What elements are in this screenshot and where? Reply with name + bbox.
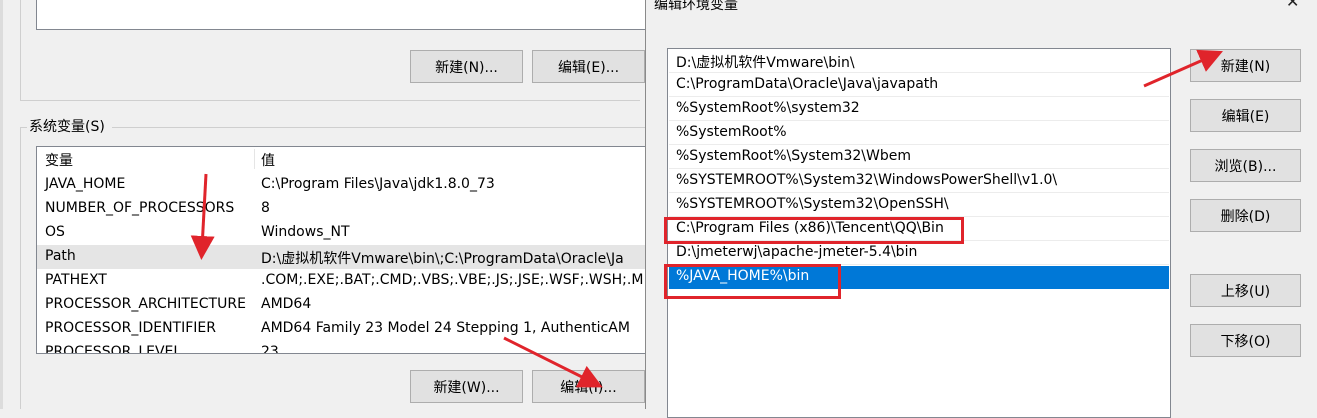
path-entry-text: D:\jmeterwj\apache-jmeter-5.4\bin: [676, 244, 918, 260]
edit-environment-variable-dialog: 编辑环境变量 ✕ D:\虚拟机软件Vmware\bin\ C:\ProgramDa…: [645, 0, 1317, 418]
system-group-frame-top: [112, 127, 645, 128]
variable-value: AMD64: [261, 296, 312, 312]
table-row[interactable]: PROCESSOR_ARCHITECTURE AMD64: [37, 293, 645, 317]
path-entry-text: D:\虚拟机软件Vmware\bin\: [676, 55, 855, 71]
system-variables-label: 系统变量(S): [29, 119, 105, 135]
variable-value: Windows_NT: [261, 224, 350, 240]
system-new-button[interactable]: 新建(W)...: [410, 370, 523, 403]
variable-name: JAVA_HOME: [45, 176, 126, 192]
environment-variables-dialog: 新建(N)... 编辑(E)... 系统变量(S) 变量 值 JAVA_HOME…: [0, 0, 646, 409]
user-group-frame: [20, 0, 21, 100]
window-edge: [0, 0, 3, 409]
list-item[interactable]: D:\jmeterwj\apache-jmeter-5.4\bin: [669, 242, 1169, 265]
path-entry-text: %SystemRoot%\system32: [676, 100, 860, 116]
variable-value: C:\Program Files\Java\jdk1.8.0_73: [261, 176, 495, 192]
highlight-box-java-home-entry: [664, 264, 841, 299]
user-variables-list[interactable]: [36, 0, 646, 30]
table-row[interactable]: PROCESSOR_IDENTIFIER AMD64 Family 23 Mode…: [37, 317, 645, 341]
variable-name: OS: [45, 224, 65, 240]
list-item[interactable]: %SystemRoot%: [669, 122, 1169, 145]
table-row[interactable]: PATHEXT .COM;.EXE;.BAT;.CMD;.VBS;.VBE;.JS…: [37, 269, 645, 293]
list-item[interactable]: %SYSTEMROOT%\System32\OpenSSH\: [669, 194, 1169, 217]
path-entry-text: %SYSTEMROOT%\System32\OpenSSH\: [676, 196, 949, 212]
path-entry-text: %SYSTEMROOT%\System32\WindowsPowerShell\…: [676, 172, 1058, 188]
variable-name: PATHEXT: [45, 272, 107, 288]
table-row[interactable]: PROCESSOR_LEVEL 23: [37, 341, 645, 354]
system-edit-button[interactable]: 编辑(I)...: [532, 370, 645, 403]
delete-entry-button[interactable]: 删除(D): [1190, 199, 1301, 232]
column-divider[interactable]: [254, 149, 255, 169]
move-down-button[interactable]: 下移(O): [1190, 324, 1301, 357]
path-entry-text: %SystemRoot%\System32\Wbem: [676, 148, 911, 164]
list-item[interactable]: %SystemRoot%\System32\Wbem: [669, 146, 1169, 169]
list-item[interactable]: D:\虚拟机软件Vmware\bin\: [669, 50, 1169, 73]
variable-name: Path: [45, 248, 76, 264]
variable-value: D:\虚拟机软件Vmware\bin\;C:\ProgramData\Oracl…: [261, 251, 624, 267]
variable-name: NUMBER_OF_PROCESSORS: [45, 200, 235, 216]
table-row[interactable]: JAVA_HOME C:\Program Files\Java\jdk1.8.0_…: [37, 173, 645, 197]
system-variables-table[interactable]: 变量 值 JAVA_HOME C:\Program Files\Java\jdk1…: [36, 146, 646, 354]
close-icon[interactable]: ✕: [1286, 0, 1299, 11]
user-new-button[interactable]: 新建(N)...: [410, 50, 523, 83]
variable-value: AMD64 Family 23 Model 24 Stepping 1, Aut…: [261, 320, 630, 336]
user-group-frame-bottom: [20, 100, 640, 101]
new-entry-button[interactable]: 新建(N): [1190, 49, 1301, 82]
user-edit-button[interactable]: 编辑(E)...: [532, 50, 645, 83]
path-entry-text: %SystemRoot%: [676, 124, 787, 140]
table-header: 变量 值: [37, 147, 645, 171]
list-item[interactable]: C:\ProgramData\Oracle\Java\javapath: [669, 74, 1169, 97]
variable-name: PROCESSOR_ARCHITECTURE: [45, 296, 246, 312]
table-row[interactable]: OS Windows_NT: [37, 221, 645, 245]
table-row[interactable]: NUMBER_OF_PROCESSORS 8: [37, 197, 645, 221]
table-row[interactable]: Path D:\虚拟机软件Vmware\bin\;C:\ProgramData\O…: [37, 245, 645, 269]
edit-entry-button[interactable]: 编辑(E): [1190, 99, 1301, 132]
browse-button[interactable]: 浏览(B)...: [1190, 149, 1301, 182]
system-group-frame: [20, 127, 21, 409]
system-group-frame-top: [20, 127, 27, 128]
variable-value: 23: [261, 344, 279, 354]
column-header-value[interactable]: 值: [261, 150, 275, 170]
dialog-title: 编辑环境变量: [654, 0, 738, 13]
move-up-button[interactable]: 上移(U): [1190, 274, 1301, 307]
list-item[interactable]: %SystemRoot%\system32: [669, 98, 1169, 121]
path-entry-text: C:\ProgramData\Oracle\Java\javapath: [676, 76, 939, 92]
list-item[interactable]: %SYSTEMROOT%\System32\WindowsPowerShell\…: [669, 170, 1169, 193]
variable-value: .COM;.EXE;.BAT;.CMD;.VBS;.VBE;.JS;.JSE;.…: [261, 272, 644, 288]
column-header-name[interactable]: 变量: [45, 150, 73, 170]
variable-name: PROCESSOR_IDENTIFIER: [45, 320, 216, 336]
variable-value: 8: [261, 200, 270, 216]
variable-name: PROCESSOR_LEVEL: [45, 344, 182, 354]
highlight-box-qq-entry: [664, 217, 964, 244]
